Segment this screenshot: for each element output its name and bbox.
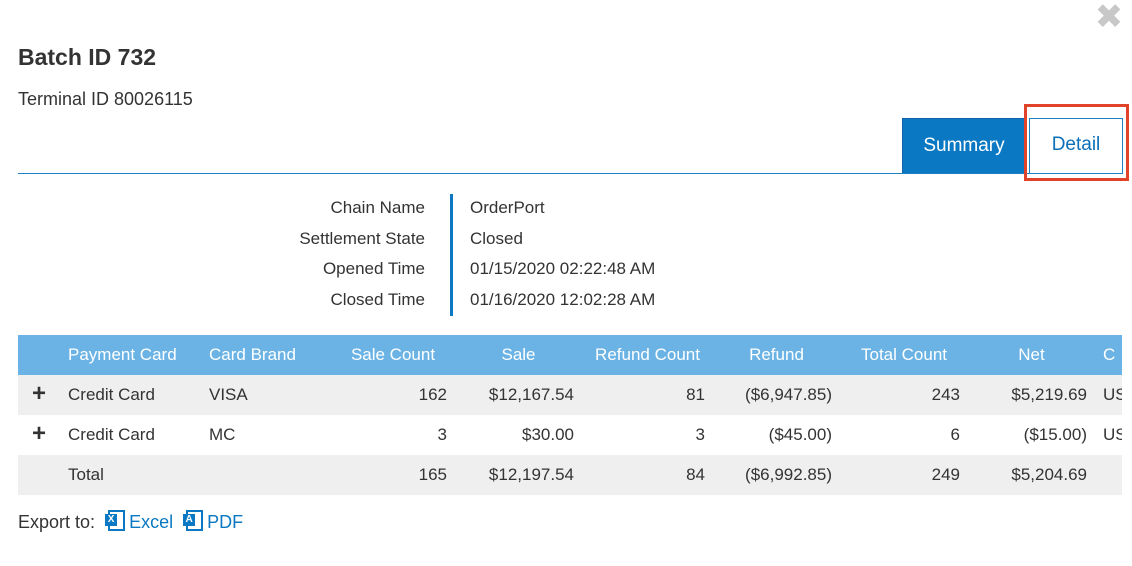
export-pdf-label: PDF xyxy=(207,512,244,532)
cell-card-brand: MC xyxy=(209,425,236,444)
batch-table-scroll[interactable]: Payment Card Card Brand Sale Count Sale … xyxy=(18,335,1122,495)
info-row-chain: Chain Name OrderPort xyxy=(240,194,740,225)
cell-sale-count: 162 xyxy=(418,385,447,404)
cell-refund: ($6,992.85) xyxy=(745,465,832,484)
expand-row-icon[interactable]: + xyxy=(18,375,60,415)
cell-total-count: 6 xyxy=(950,425,960,444)
info-value: OrderPort xyxy=(470,198,545,217)
col-header-total-count[interactable]: Total Count xyxy=(840,335,968,375)
info-value: Closed xyxy=(470,228,523,248)
cell-refund-count: 84 xyxy=(686,465,705,484)
cell-sale: $30.00 xyxy=(522,425,574,444)
table-row: + Credit Card MC 3 $30.00 3 ($45.00) 6 (… xyxy=(18,415,1122,455)
cell-currency: US xyxy=(1103,385,1122,404)
export-pdf-link[interactable]: A PDF xyxy=(182,510,244,532)
cell-total-count: 249 xyxy=(931,465,960,484)
col-header-currency[interactable]: C xyxy=(1095,335,1122,375)
cell-refund: ($45.00) xyxy=(768,425,832,444)
cell-payment-card: Credit Card xyxy=(68,385,155,404)
table-total-row: Total 165 $12,197.54 84 ($6,992.85) 249 … xyxy=(18,455,1122,495)
cell-total-count: 243 xyxy=(931,385,960,404)
export-excel-label: Excel xyxy=(129,512,174,532)
export-excel-link[interactable]: X Excel xyxy=(104,510,178,532)
col-header-net[interactable]: Net xyxy=(968,335,1095,375)
batch-info: Chain Name OrderPort Settlement State Cl… xyxy=(240,194,740,316)
cell-net: ($15.00) xyxy=(1023,425,1087,444)
col-header-sale[interactable]: Sale xyxy=(455,335,582,375)
cell-card-brand xyxy=(201,455,331,495)
tab-summary[interactable]: Summary xyxy=(902,118,1026,174)
tab-divider xyxy=(18,173,1122,174)
cell-sale: $12,167.54 xyxy=(488,385,574,404)
cell-sale-count: 3 xyxy=(437,425,447,444)
info-label: Closed Time xyxy=(330,289,425,309)
terminal-id: Terminal ID 80026115 xyxy=(18,89,193,109)
page-title: Batch ID 732 xyxy=(18,44,157,70)
pdf-file-icon: A xyxy=(183,510,204,531)
cell-card-brand: VISA xyxy=(209,385,248,404)
batch-table: Payment Card Card Brand Sale Count Sale … xyxy=(18,335,1122,495)
col-header-card-brand[interactable]: Card Brand xyxy=(201,335,331,375)
info-value: 01/16/2020 12:02:28 AM xyxy=(470,289,656,309)
info-label: Chain Name xyxy=(330,198,426,217)
col-header-refund-count[interactable]: Refund Count xyxy=(582,335,713,375)
info-divider xyxy=(450,194,453,316)
info-label: Settlement State xyxy=(299,228,425,248)
cell-net: $5,204.69 xyxy=(1011,465,1087,484)
close-icon[interactable]: ✖ xyxy=(1094,0,1124,34)
cell-sale-count: 165 xyxy=(418,465,447,484)
info-row-opened: Opened Time 01/15/2020 02:22:48 AM xyxy=(240,255,740,286)
cell-currency xyxy=(1095,455,1122,495)
cell-refund-count: 3 xyxy=(695,425,705,444)
info-row-settlement: Settlement State Closed xyxy=(240,225,740,256)
export-label: Export to: xyxy=(18,512,96,532)
table-row: + Credit Card VISA 162 $12,167.54 81 ($6… xyxy=(18,375,1122,415)
excel-file-icon: X xyxy=(105,510,126,531)
tab-detail[interactable]: Detail xyxy=(1029,118,1123,174)
cell-sale: $12,197.54 xyxy=(488,465,574,484)
col-header-sale-count[interactable]: Sale Count xyxy=(331,335,455,375)
cell-refund-count: 81 xyxy=(686,385,705,404)
table-header-row: Payment Card Card Brand Sale Count Sale … xyxy=(18,335,1122,375)
cell-total-label: Total xyxy=(68,465,104,484)
cell-net: $5,219.69 xyxy=(1011,385,1087,404)
info-value: 01/15/2020 02:22:48 AM xyxy=(470,259,656,278)
col-header-payment-card[interactable]: Payment Card xyxy=(60,335,201,375)
cell-refund: ($6,947.85) xyxy=(745,385,832,404)
info-row-closed: Closed Time 01/16/2020 12:02:28 AM xyxy=(240,286,740,317)
expand-row-icon[interactable]: + xyxy=(18,415,60,455)
cell-currency: US xyxy=(1103,425,1122,444)
col-header-refund[interactable]: Refund xyxy=(713,335,840,375)
cell-payment-card: Credit Card xyxy=(68,425,155,444)
info-label: Opened Time xyxy=(322,259,425,278)
col-header-expand xyxy=(18,335,60,375)
export-bar: Export to: X Excel A PDF xyxy=(18,510,243,533)
cell-empty xyxy=(18,455,60,495)
